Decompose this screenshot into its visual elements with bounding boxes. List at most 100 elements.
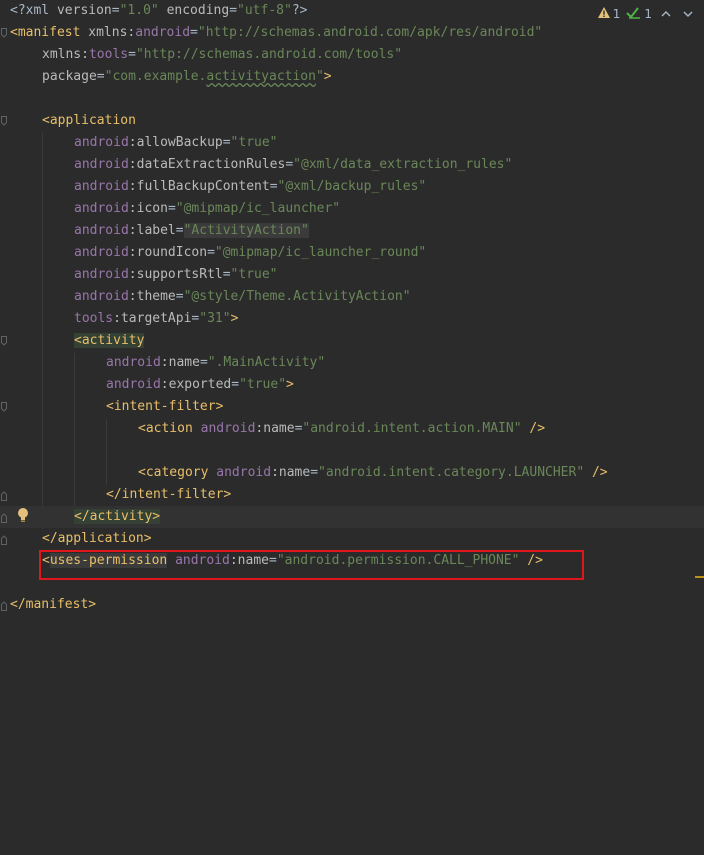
code-line[interactable]: android:dataExtractionRules="@xml/data_e… — [0, 154, 704, 176]
token: = — [310, 465, 319, 480]
token: xmlns: — [42, 47, 89, 62]
token: > — [286, 377, 294, 392]
token: <intent-filter> — [106, 399, 224, 414]
token: :allowBackup — [128, 135, 223, 150]
token: :name — [271, 465, 311, 480]
token: xmlns: — [88, 25, 136, 40]
fold-arrow-icon[interactable] — [1, 513, 7, 523]
token: :icon — [128, 201, 168, 216]
code-line[interactable]: android:theme="@style/Theme.ActivityActi… — [0, 286, 704, 308]
token: android — [200, 421, 256, 436]
token: <activity — [74, 333, 145, 348]
fold-arrow-icon[interactable] — [1, 491, 7, 501]
code-line[interactable]: </application> — [0, 528, 704, 550]
token: android — [74, 157, 129, 172]
token: :targetApi — [113, 311, 192, 326]
token: = — [175, 223, 184, 238]
token: ".MainActivity" — [207, 355, 326, 370]
token: tools — [74, 311, 114, 326]
token: android — [74, 267, 129, 282]
code-line[interactable]: <manifest xmlns:android="http://schemas.… — [0, 22, 704, 44]
code-line[interactable]: android:supportsRtl="true" — [0, 264, 704, 286]
token: > — [230, 311, 239, 326]
token: :theme — [128, 289, 176, 304]
token: </intent-filter> — [106, 487, 232, 502]
fold-arrow-icon[interactable] — [1, 336, 7, 346]
code-line[interactable]: android:fullBackupContent="@xml/backup_r… — [0, 176, 704, 198]
code-line[interactable]: xmlns:tools="http://schemas.android.com/… — [0, 44, 704, 66]
token: = — [167, 201, 176, 216]
token: = — [111, 3, 120, 18]
token: " — [315, 69, 324, 84]
token: android — [74, 289, 129, 304]
token: > — [323, 69, 332, 84]
token: :supportsRtl — [128, 267, 223, 282]
token: "android.intent.category.LAUNCHER" — [318, 465, 585, 480]
inspection-widget[interactable]: 1 1 — [597, 4, 696, 24]
token: :dataExtractionRules — [128, 157, 286, 172]
token: :label — [128, 223, 176, 238]
code-line-current[interactable]: </activity> — [0, 506, 704, 528]
token: <category — [138, 465, 217, 480]
fold-arrow-icon[interactable] — [1, 402, 7, 412]
warnings-indicator[interactable]: 1 — [597, 6, 620, 22]
code-line[interactable]: <category android:name="android.intent.c… — [0, 462, 704, 484]
token: "utf-8" — [237, 3, 292, 18]
lightbulb-icon[interactable] — [16, 507, 30, 523]
token: tools — [88, 47, 129, 62]
code-line[interactable]: android:allowBackup="true" — [0, 132, 704, 154]
chevron-down-icon[interactable] — [680, 6, 696, 22]
token: manifest — [17, 25, 89, 40]
fold-arrow-icon[interactable] — [1, 116, 7, 126]
token: "ActivityAction" — [183, 223, 309, 238]
code-line[interactable]: package="com.example.activityaction"> — [0, 66, 704, 88]
code-line[interactable]: android:roundIcon="@mipmap/ic_launcher_r… — [0, 242, 704, 264]
code-line[interactable]: android:name=".MainActivity" — [0, 352, 704, 374]
code-line[interactable]: <application — [0, 110, 704, 132]
token: = — [222, 135, 231, 150]
token: :name — [255, 421, 295, 436]
token: /> — [521, 421, 546, 436]
token: xml — [25, 3, 57, 18]
code-line[interactable]: </manifest> — [0, 594, 704, 616]
chevron-up-icon[interactable] — [658, 6, 674, 22]
token: :fullBackupContent — [128, 179, 270, 194]
token: = — [96, 69, 105, 84]
code-line[interactable]: <action android:name="android.intent.act… — [0, 418, 704, 440]
token: "http://schemas.android.com/tools" — [135, 47, 403, 62]
token: = — [199, 355, 208, 370]
token: <action — [138, 421, 201, 436]
token: "http://schemas.android.com/apk/res/andr… — [197, 25, 543, 40]
token: android — [74, 135, 129, 150]
token: = — [269, 179, 278, 194]
token: </activity> — [74, 509, 161, 524]
code-editor[interactable]: <?xml version="1.0" encoding="utf-8"?> <… — [0, 0, 704, 855]
token: android — [106, 355, 161, 370]
code-line[interactable]: android:label="ActivityAction" — [0, 220, 704, 242]
code-line[interactable]: </intent-filter> — [0, 484, 704, 506]
token: "com.example. — [104, 69, 207, 84]
token: ?> — [291, 3, 308, 18]
error-stripe-marker[interactable] — [695, 576, 704, 578]
code-line[interactable]: android:exported="true"> — [0, 374, 704, 396]
token: = — [285, 157, 294, 172]
token: "@mipmap/ic_launcher_round" — [214, 245, 427, 260]
code-line[interactable]: android:icon="@mipmap/ic_launcher" — [0, 198, 704, 220]
token: android — [135, 25, 191, 40]
fold-arrow-icon[interactable] — [1, 535, 7, 545]
token: <? — [10, 3, 26, 18]
code-line[interactable]: tools:targetApi="31"> — [0, 308, 704, 330]
token: "@style/Theme.ActivityAction" — [183, 289, 411, 304]
token: encoding — [166, 3, 230, 18]
weak-warnings-count: 1 — [644, 7, 652, 21]
code-line[interactable]: <activity — [0, 330, 704, 352]
token: </application> — [42, 531, 152, 546]
code-line[interactable]: <intent-filter> — [0, 396, 704, 418]
weak-warnings-indicator[interactable]: 1 — [626, 6, 652, 23]
check-double-icon — [626, 6, 642, 23]
token: package — [42, 69, 97, 84]
fold-arrow-icon[interactable] — [1, 28, 7, 38]
fold-arrow-icon[interactable] — [1, 601, 7, 611]
token: <application — [42, 113, 136, 128]
